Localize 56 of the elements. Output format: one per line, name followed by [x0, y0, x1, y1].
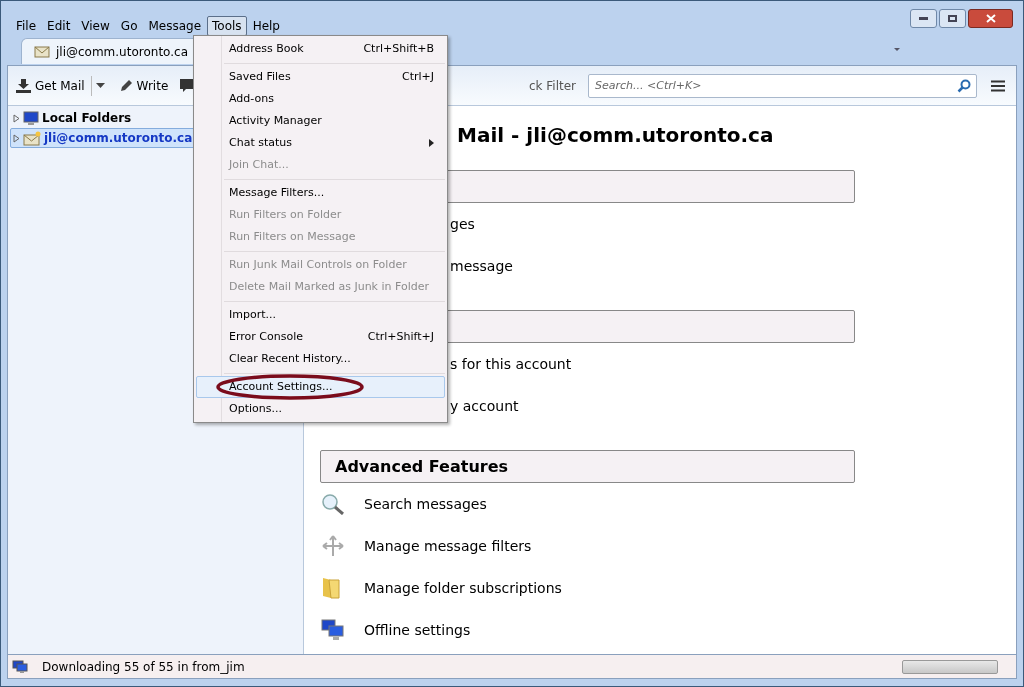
action-link[interactable]: ges — [450, 213, 475, 235]
action-link[interactable]: Offline settings — [364, 619, 471, 641]
menu-item[interactable]: Go — [115, 16, 143, 36]
pencil-icon — [118, 78, 133, 93]
minimize-button[interactable] — [910, 9, 937, 28]
computer-icon — [12, 659, 28, 674]
action-link[interactable]: y account — [450, 395, 519, 417]
write-button[interactable]: Write — [118, 72, 169, 99]
computers-icon — [321, 619, 345, 641]
menu-item[interactable]: File — [11, 16, 42, 36]
menu-item[interactable]: Add-ons — [196, 88, 445, 110]
menu-item[interactable]: Clear Recent History... — [196, 348, 445, 370]
menu-item[interactable]: Help — [247, 16, 285, 36]
maximize-button[interactable] — [939, 9, 966, 28]
shortcut-label: Ctrl+Shift+B — [363, 40, 434, 57]
menu-item[interactable]: Tools — [207, 16, 247, 36]
menu-item[interactable]: Account Settings... — [196, 376, 445, 398]
tab-title: jli@comm.utoronto.ca — [56, 43, 188, 61]
folder-icon — [321, 576, 341, 600]
get-mail-button[interactable]: Get Mail — [16, 72, 89, 99]
menu-item[interactable]: Options... — [196, 398, 445, 420]
menu-item[interactable]: Import... — [196, 304, 445, 326]
envelope-icon — [34, 44, 50, 59]
chat-button[interactable] — [180, 78, 195, 93]
action-link[interactable]: Manage message filters — [364, 535, 532, 557]
menu-item[interactable]: View — [76, 16, 115, 36]
download-icon — [16, 78, 31, 93]
close-button[interactable] — [968, 9, 1013, 28]
arrows-icon — [321, 535, 345, 557]
speech-bubble-icon — [180, 78, 195, 93]
quick-filter-label[interactable]: ck Filter — [528, 76, 576, 95]
page-title: Mail - jli@comm.utoronto.ca — [457, 122, 775, 148]
menu-item[interactable]: Saved Files Ctrl+J — [196, 66, 445, 88]
magnifier-icon — [321, 493, 345, 515]
menu-item[interactable]: Edit — [42, 16, 76, 36]
menu-item[interactable]: Message — [143, 16, 207, 36]
shortcut-label: Ctrl+Shift+J — [367, 328, 434, 345]
tab-list-icon[interactable] — [893, 47, 901, 52]
action-link[interactable]: Manage folder subscriptions — [364, 577, 562, 599]
action-link[interactable]: s for this account — [450, 353, 572, 375]
computer-icon — [23, 110, 39, 126]
envelope-icon — [23, 130, 41, 146]
section-heading: Advanced Features — [335, 455, 509, 478]
search-field[interactable]: Search... <Ctrl+K> — [588, 73, 977, 98]
submenu-arrow-icon — [429, 139, 434, 147]
menu-icon[interactable] — [991, 79, 1005, 92]
dropdown-button[interactable] — [90, 75, 105, 96]
search-icon — [957, 78, 971, 93]
shortcut-label: Ctrl+J — [401, 68, 434, 85]
status-text: Downloading 55 of 55 in from_jim — [42, 658, 245, 676]
menu-item[interactable]: Error Console Ctrl+Shift+J — [196, 326, 445, 348]
close-icon — [985, 14, 996, 23]
caret-icon — [95, 83, 105, 88]
action-link[interactable]: Search messages — [364, 493, 487, 515]
action-link[interactable]: message — [450, 255, 513, 277]
menu-item[interactable]: Message Filters... — [196, 182, 445, 204]
